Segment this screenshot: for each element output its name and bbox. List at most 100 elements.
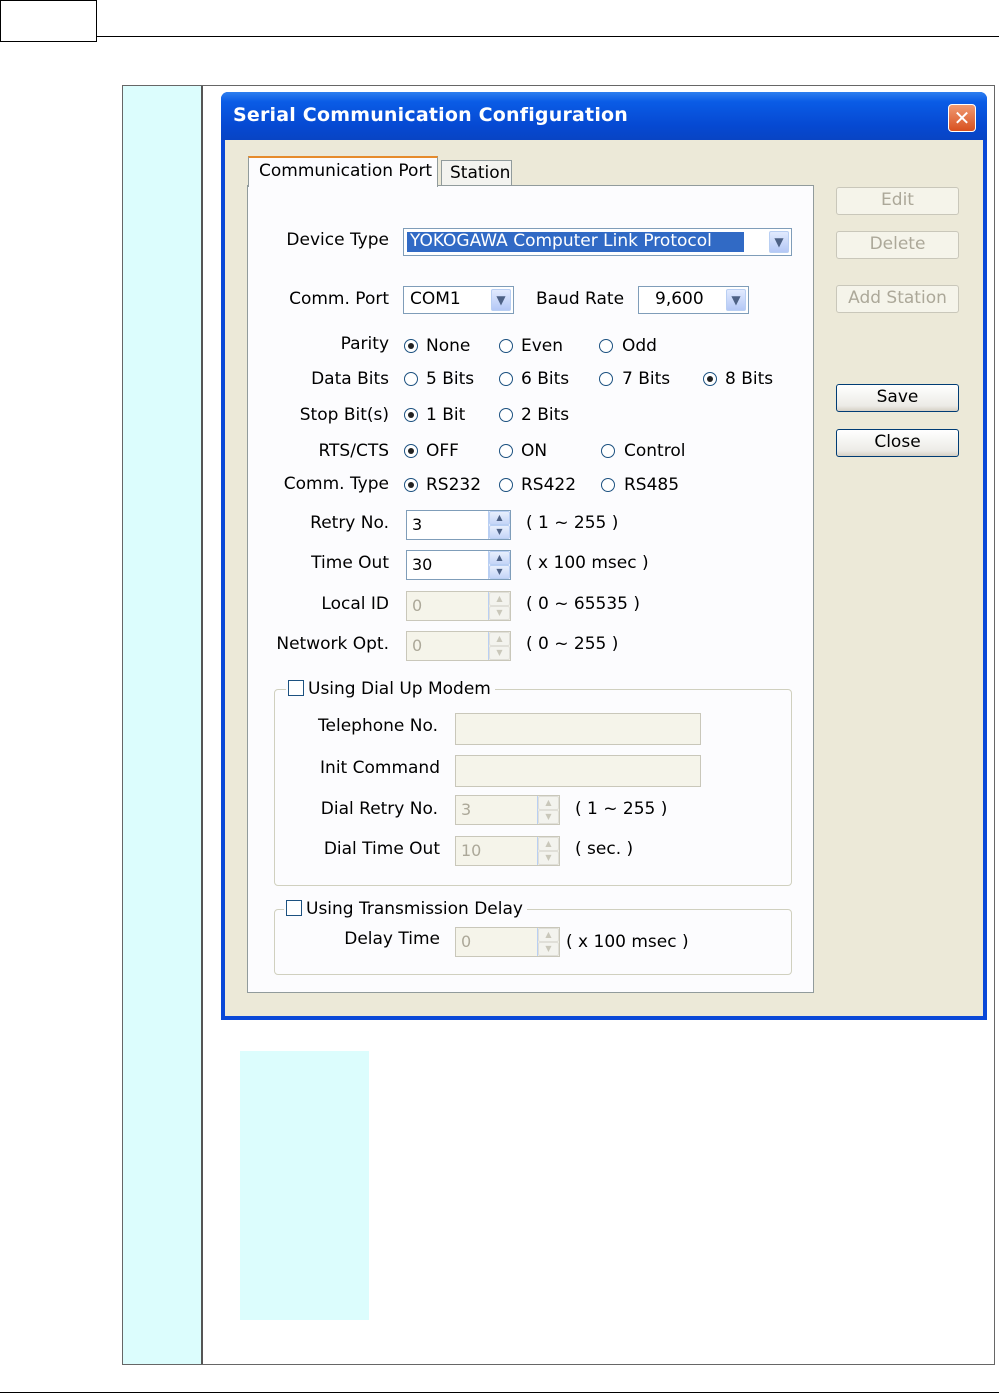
chevron-down-icon[interactable]: ▼: [491, 289, 511, 311]
spin-down-icon: ▼: [489, 606, 510, 620]
telephone-no-label: Telephone No.: [318, 716, 438, 736]
spin-down-icon[interactable]: ▼: [489, 525, 510, 539]
delay-time-label: Delay Time: [344, 929, 440, 949]
network-opt-label: Network Opt.: [276, 634, 389, 654]
retry-no-value: 3: [412, 515, 423, 534]
network-opt-range: ( 0 ~ 255 ): [526, 634, 619, 654]
stop-bits-1-radio[interactable]: [404, 408, 418, 422]
dial-up-label: Using Dial Up Modem: [308, 679, 491, 699]
transmission-delay-checkbox[interactable]: [286, 900, 302, 916]
dial-retry-no-label: Dial Retry No.: [320, 799, 438, 819]
header-rule: [97, 36, 999, 37]
spin-up-icon: ▲: [538, 796, 559, 810]
local-id-value: 0: [412, 596, 423, 615]
spin-down-icon[interactable]: ▼: [489, 565, 510, 579]
dial-retry-no-stepper: 3 ▲ ▼: [455, 795, 560, 825]
side-band: [123, 86, 203, 1364]
caption-band: [240, 1051, 369, 1320]
delete-button[interactable]: Delete: [836, 231, 959, 259]
retry-no-range: ( 1 ~ 255 ): [526, 513, 619, 533]
parity-even-radio[interactable]: [499, 339, 513, 353]
tab-station[interactable]: Station: [441, 160, 512, 185]
spin-up-icon: ▲: [538, 837, 559, 851]
time-out-range: ( x 100 msec ): [526, 553, 649, 573]
comm-type-rs485-radio[interactable]: [601, 478, 615, 492]
rts-cts-control-label: Control: [624, 441, 686, 461]
rts-cts-on-label: ON: [521, 441, 548, 461]
spin-down-icon: ▼: [538, 810, 559, 824]
rts-cts-off-label: OFF: [426, 441, 459, 461]
delay-time-stepper: 0 ▲ ▼: [455, 927, 560, 957]
local-id-spin: ▲ ▼: [488, 592, 510, 620]
stop-bits-2-radio[interactable]: [499, 408, 513, 422]
tab-label: Station: [450, 163, 511, 183]
spin-up-icon[interactable]: ▲: [489, 511, 510, 525]
edit-button[interactable]: Edit: [836, 187, 959, 215]
dial-retry-no-spin: ▲ ▼: [537, 796, 559, 824]
comm-type-label: Comm. Type: [283, 474, 389, 494]
transmission-delay-label: Using Transmission Delay: [306, 899, 523, 919]
telephone-no-field: [455, 713, 701, 745]
comm-type-rs232-radio[interactable]: [404, 478, 418, 492]
dialog-title: Serial Communication Configuration: [233, 104, 629, 126]
device-type-label: Device Type: [286, 230, 389, 250]
chevron-down-icon[interactable]: ▼: [726, 289, 746, 311]
time-out-stepper[interactable]: 30 ▲ ▼: [406, 550, 511, 580]
local-id-range: ( 0 ~ 65535 ): [526, 594, 641, 614]
dial-time-out-range: ( sec. ): [575, 839, 634, 859]
stop-bits-label: Stop Bit(s): [299, 405, 389, 425]
device-type-select[interactable]: YOKOGAWA Computer Link Protocol ▼: [403, 228, 792, 256]
comm-type-rs485-label: RS485: [624, 475, 680, 495]
parity-label: Parity: [340, 334, 389, 354]
parity-odd-label: Odd: [622, 336, 657, 356]
rts-cts-off-radio[interactable]: [404, 444, 418, 458]
retry-no-spin[interactable]: ▲ ▼: [488, 511, 510, 539]
comm-type-rs422-radio[interactable]: [499, 478, 513, 492]
data-bits-6-label: 6 Bits: [521, 369, 570, 389]
close-button[interactable]: Close: [836, 429, 959, 457]
parity-none-radio[interactable]: [404, 339, 418, 353]
local-id-label: Local ID: [321, 594, 389, 614]
time-out-value: 30: [412, 555, 433, 574]
spin-down-icon: ▼: [489, 646, 510, 660]
network-opt-value: 0: [412, 636, 423, 655]
delay-time-value: 0: [461, 932, 472, 951]
spin-up-icon: ▲: [489, 632, 510, 646]
comm-port-value: COM1: [410, 289, 461, 309]
comm-port-select[interactable]: COM1 ▼: [403, 286, 514, 314]
dial-up-checkbox[interactable]: [288, 680, 304, 696]
dial-retry-no-value: 3: [461, 800, 472, 819]
add-station-button[interactable]: Add Station: [836, 285, 959, 313]
chevron-down-icon[interactable]: ▼: [769, 231, 789, 253]
data-bits-5-label: 5 Bits: [426, 369, 475, 389]
comm-type-rs422-label: RS422: [521, 475, 577, 495]
data-bits-8-radio[interactable]: [703, 372, 717, 386]
network-opt-spin: ▲ ▼: [488, 632, 510, 660]
transmission-delay-legend: Using Transmission Delay: [284, 899, 527, 919]
data-bits-label: Data Bits: [311, 369, 389, 389]
data-bits-7-label: 7 Bits: [622, 369, 671, 389]
baud-rate-value: 9,600: [655, 289, 704, 309]
data-bits-5-radio[interactable]: [404, 372, 418, 386]
page-number-box: [0, 0, 97, 42]
parity-odd-radio[interactable]: [599, 339, 613, 353]
data-bits-6-radio[interactable]: [499, 372, 513, 386]
rts-cts-control-radio[interactable]: [601, 444, 615, 458]
save-button[interactable]: Save: [836, 384, 959, 412]
spin-up-icon[interactable]: ▲: [489, 551, 510, 565]
baud-rate-label: Baud Rate: [536, 289, 625, 309]
time-out-label: Time Out: [311, 553, 389, 573]
close-icon[interactable]: ✕: [948, 104, 976, 132]
delay-time-spin: ▲ ▼: [537, 928, 559, 956]
stop-bits-1-label: 1 Bit: [426, 405, 466, 425]
rts-cts-on-radio[interactable]: [499, 444, 513, 458]
dial-time-out-value: 10: [461, 841, 482, 860]
tab-communication-port[interactable]: Communication Port: [248, 156, 438, 187]
baud-rate-select[interactable]: 9,600 ▼: [638, 286, 749, 314]
retry-no-stepper[interactable]: 3 ▲ ▼: [406, 510, 511, 540]
dial-time-out-label: Dial Time Out: [323, 839, 440, 859]
spin-up-icon: ▲: [489, 592, 510, 606]
data-bits-7-radio[interactable]: [599, 372, 613, 386]
stop-bits-2-label: 2 Bits: [521, 405, 570, 425]
time-out-spin[interactable]: ▲ ▼: [488, 551, 510, 579]
